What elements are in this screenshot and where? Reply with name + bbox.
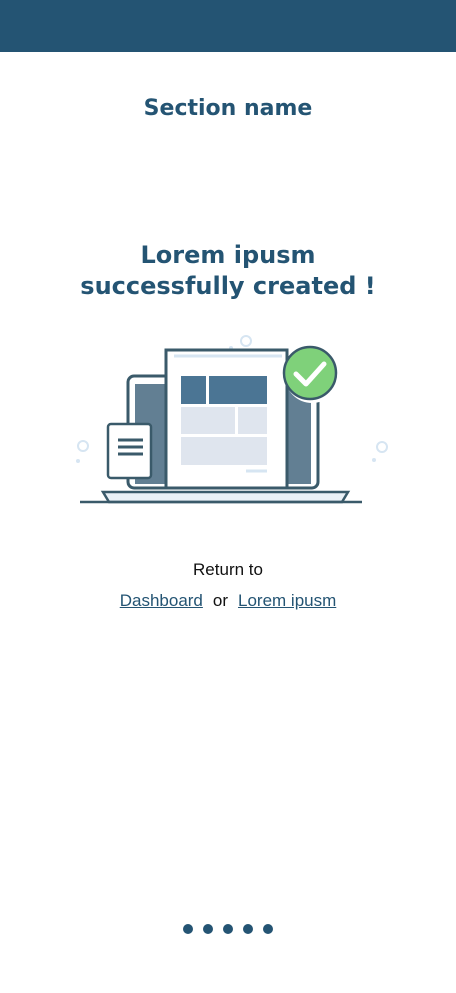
- or-label: or: [212, 591, 229, 610]
- top-app-bar: [0, 0, 456, 52]
- return-to-label: Return to: [193, 560, 263, 579]
- lorem-ipusm-link[interactable]: Lorem ipusm: [238, 591, 336, 610]
- pagination-dot-2[interactable]: [203, 924, 213, 934]
- success-message: Lorem ipusm successfully created !: [0, 240, 456, 302]
- laptop-success-icon: [70, 330, 390, 510]
- success-message-line-1: Lorem ipusm: [140, 241, 316, 269]
- pagination-dots: [0, 924, 456, 934]
- pagination-dot-3[interactable]: [223, 924, 233, 934]
- page-title: Section name: [143, 96, 313, 121]
- pagination-dot-1[interactable]: [183, 924, 193, 934]
- dashboard-link[interactable]: Dashboard: [120, 591, 203, 610]
- pagination-dot-5[interactable]: [263, 924, 273, 934]
- return-links: Dashboard or Lorem ipusm: [0, 591, 456, 611]
- pagination-dot-4[interactable]: [243, 924, 253, 934]
- success-message-line-2: successfully created !: [80, 272, 376, 300]
